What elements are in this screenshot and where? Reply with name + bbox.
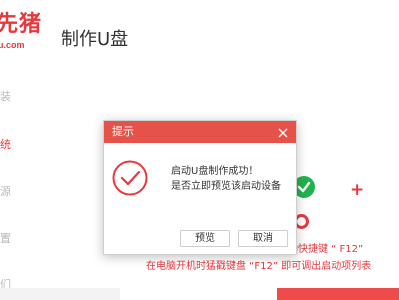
close-icon[interactable] [276,125,290,139]
app-logo-subtext: u.com [0,40,25,50]
success-message: 启动U盘制作成功！ [171,166,259,177]
dialog-title: 提示 [112,125,134,138]
plus-icon: + [350,180,365,200]
bottom-right-button[interactable] [277,288,399,300]
close-x-icon [278,128,288,138]
dialog-header: 提示 [104,121,296,143]
preview-button[interactable]: 预览 [180,230,230,247]
sidebar-item-system[interactable]: 统 [0,136,40,154]
top-bar: 先猪 u.com 制作U盘 [0,0,399,70]
success-check-icon [111,159,149,197]
cancel-button[interactable]: 取消 [238,230,288,247]
page-title: 制作U盘 [61,29,129,50]
success-dialog: 提示 启动U盘制作成功！ 是否立即预览该启动设备 预览 取消 [103,120,297,255]
app-logo: 先猪 [0,12,43,37]
hotkey-hint: 动快捷键 “ F12” [288,244,364,255]
boot-menu-hint: 在电脑开机时猛戳键盘 “F12” 即可调出启动项列表 [146,261,372,272]
sidebar-item-install[interactable]: 装 [0,88,40,106]
sidebar-item-source[interactable]: 源 [0,183,40,201]
bottom-left-button[interactable] [0,288,120,300]
sidebar-item-settings[interactable]: 置 [0,230,40,248]
checkmark-icon [297,181,311,193]
preview-question: 是否立即预览该启动设备 [171,181,281,192]
